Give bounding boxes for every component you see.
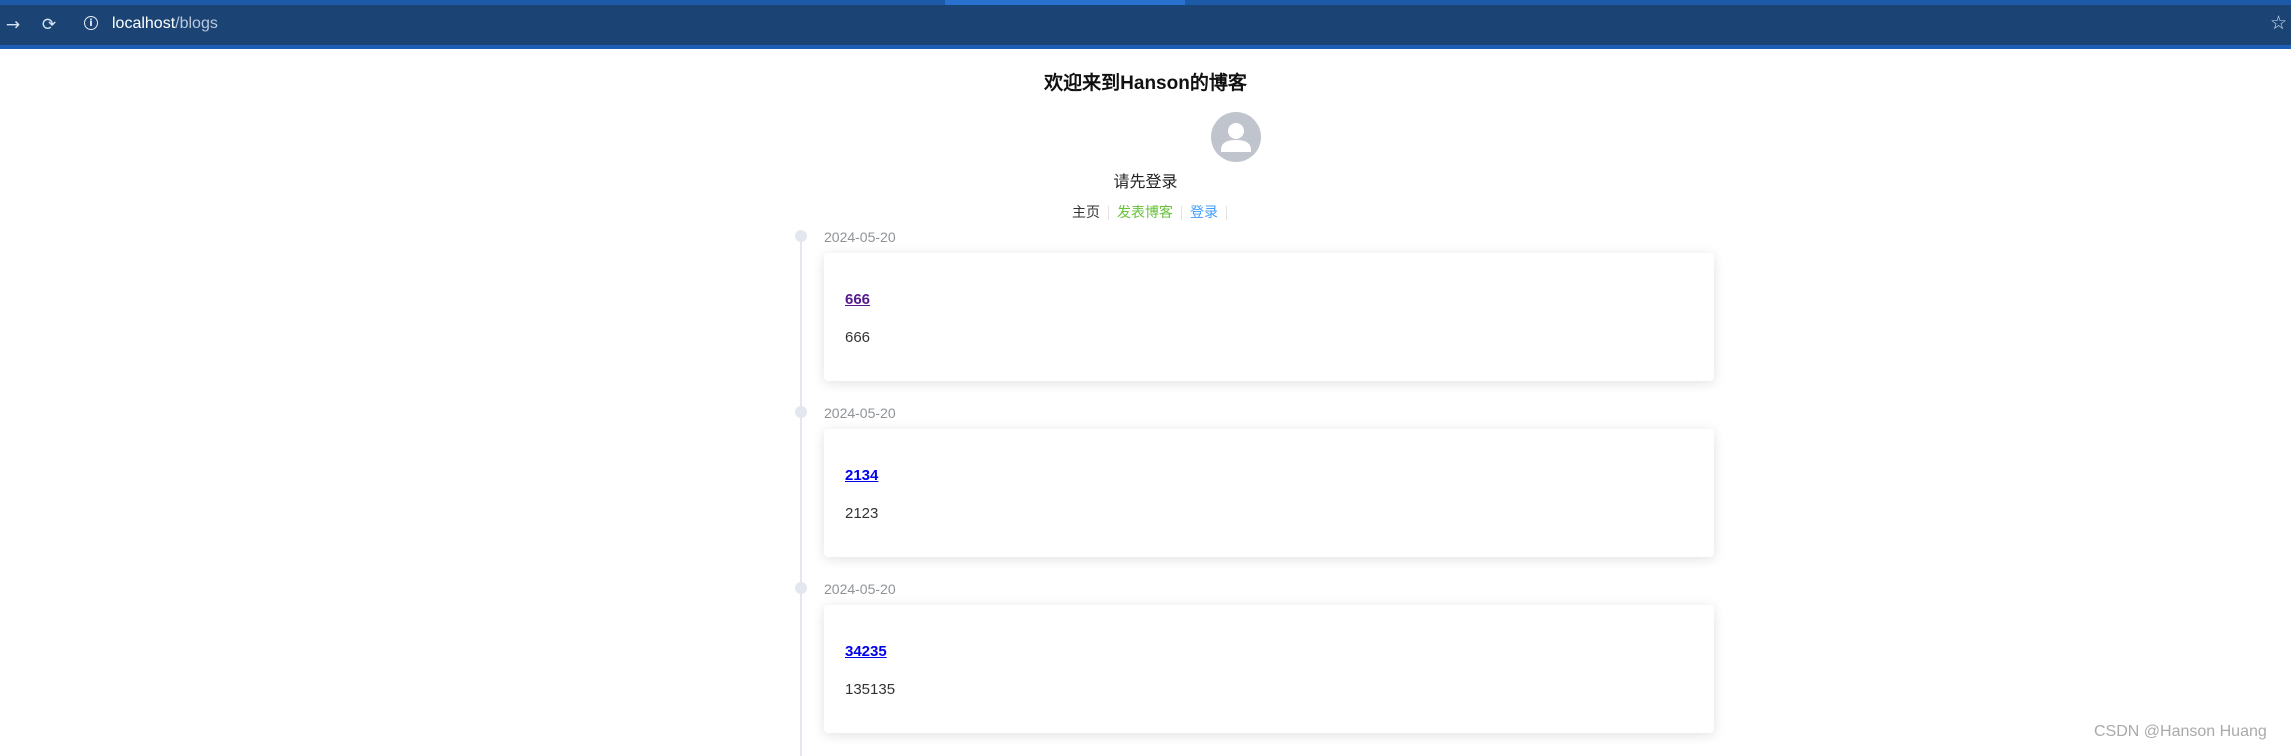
login-hint: 请先登录 <box>1113 172 1178 191</box>
info-icon[interactable]: i <box>84 16 98 30</box>
timeline-dot <box>795 406 807 418</box>
post-card: 666 666 <box>824 253 1714 381</box>
star-icon[interactable]: ☆ <box>2270 12 2287 34</box>
timeline-line <box>800 236 802 756</box>
url-host: localhost <box>112 15 176 32</box>
post-content: 135135 <box>845 681 896 698</box>
page-title: 欢迎来到Hanson的博客 <box>1044 73 1247 94</box>
watermark: CSDN @Hanson Huang <box>2094 723 2267 740</box>
user-icon <box>1221 123 1251 152</box>
menu-divider <box>1226 206 1227 220</box>
post-date: 2024-05-20 <box>824 229 896 245</box>
menu-item-post-blog[interactable]: 发表博客 <box>1109 202 1181 222</box>
post-content: 2123 <box>845 505 879 522</box>
url-text[interactable]: localhost/blogs <box>112 15 218 33</box>
url-path: /blogs <box>175 15 218 32</box>
toolbar-edge <box>0 45 2291 49</box>
nav-menu: 主页 发表博客 登录 <box>0 202 2291 222</box>
post-title-link[interactable]: 2134 <box>845 467 878 484</box>
timeline-dot <box>795 230 807 242</box>
post-title-link[interactable]: 666 <box>845 291 870 308</box>
post-content: 666 <box>845 329 871 346</box>
post-card: 2134 2123 <box>824 429 1714 557</box>
menu-item-login[interactable]: 登录 <box>1182 202 1226 222</box>
reload-icon[interactable]: ⟳ <box>38 14 60 36</box>
avatar <box>1211 112 1261 162</box>
address-bar[interactable] <box>76 9 2276 41</box>
browser-toolbar: → ⟳ i localhost/blogs ☆ <box>0 0 2291 49</box>
active-tab-indicator[interactable] <box>945 0 1185 5</box>
post-date: 2024-05-20 <box>824 581 896 597</box>
menu-item-home[interactable]: 主页 <box>1064 202 1108 222</box>
post-title-link[interactable]: 34235 <box>845 643 887 660</box>
post-card: 34235 135135 <box>824 605 1714 733</box>
post-date: 2024-05-20 <box>824 405 896 421</box>
forward-arrow-icon[interactable]: → <box>2 14 24 36</box>
timeline-dot <box>795 582 807 594</box>
